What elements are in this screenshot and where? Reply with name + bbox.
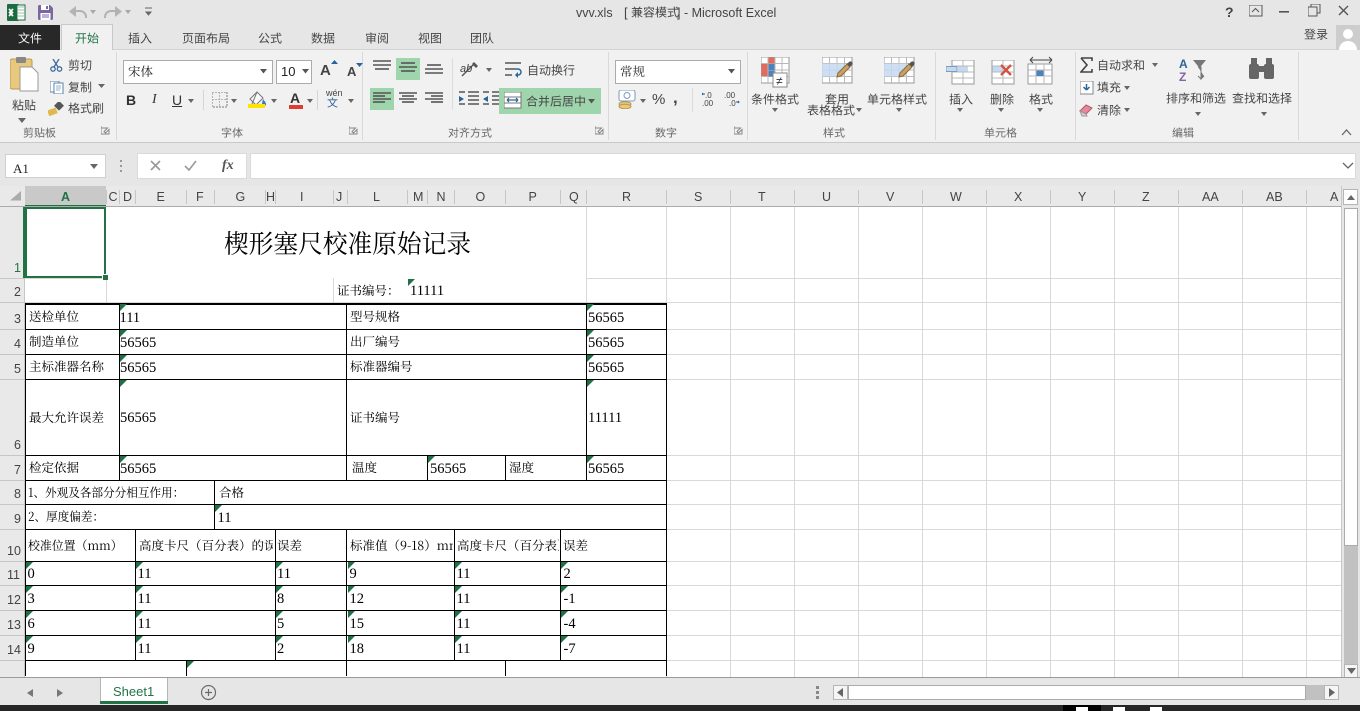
svg-text:.00: .00	[702, 99, 714, 107]
svg-text:Z: Z	[1179, 70, 1186, 83]
svg-text:ab: ab	[460, 63, 472, 75]
svg-text:.0: .0	[729, 99, 736, 107]
svg-text:A: A	[1179, 57, 1188, 71]
svg-text:≠: ≠	[776, 74, 783, 88]
